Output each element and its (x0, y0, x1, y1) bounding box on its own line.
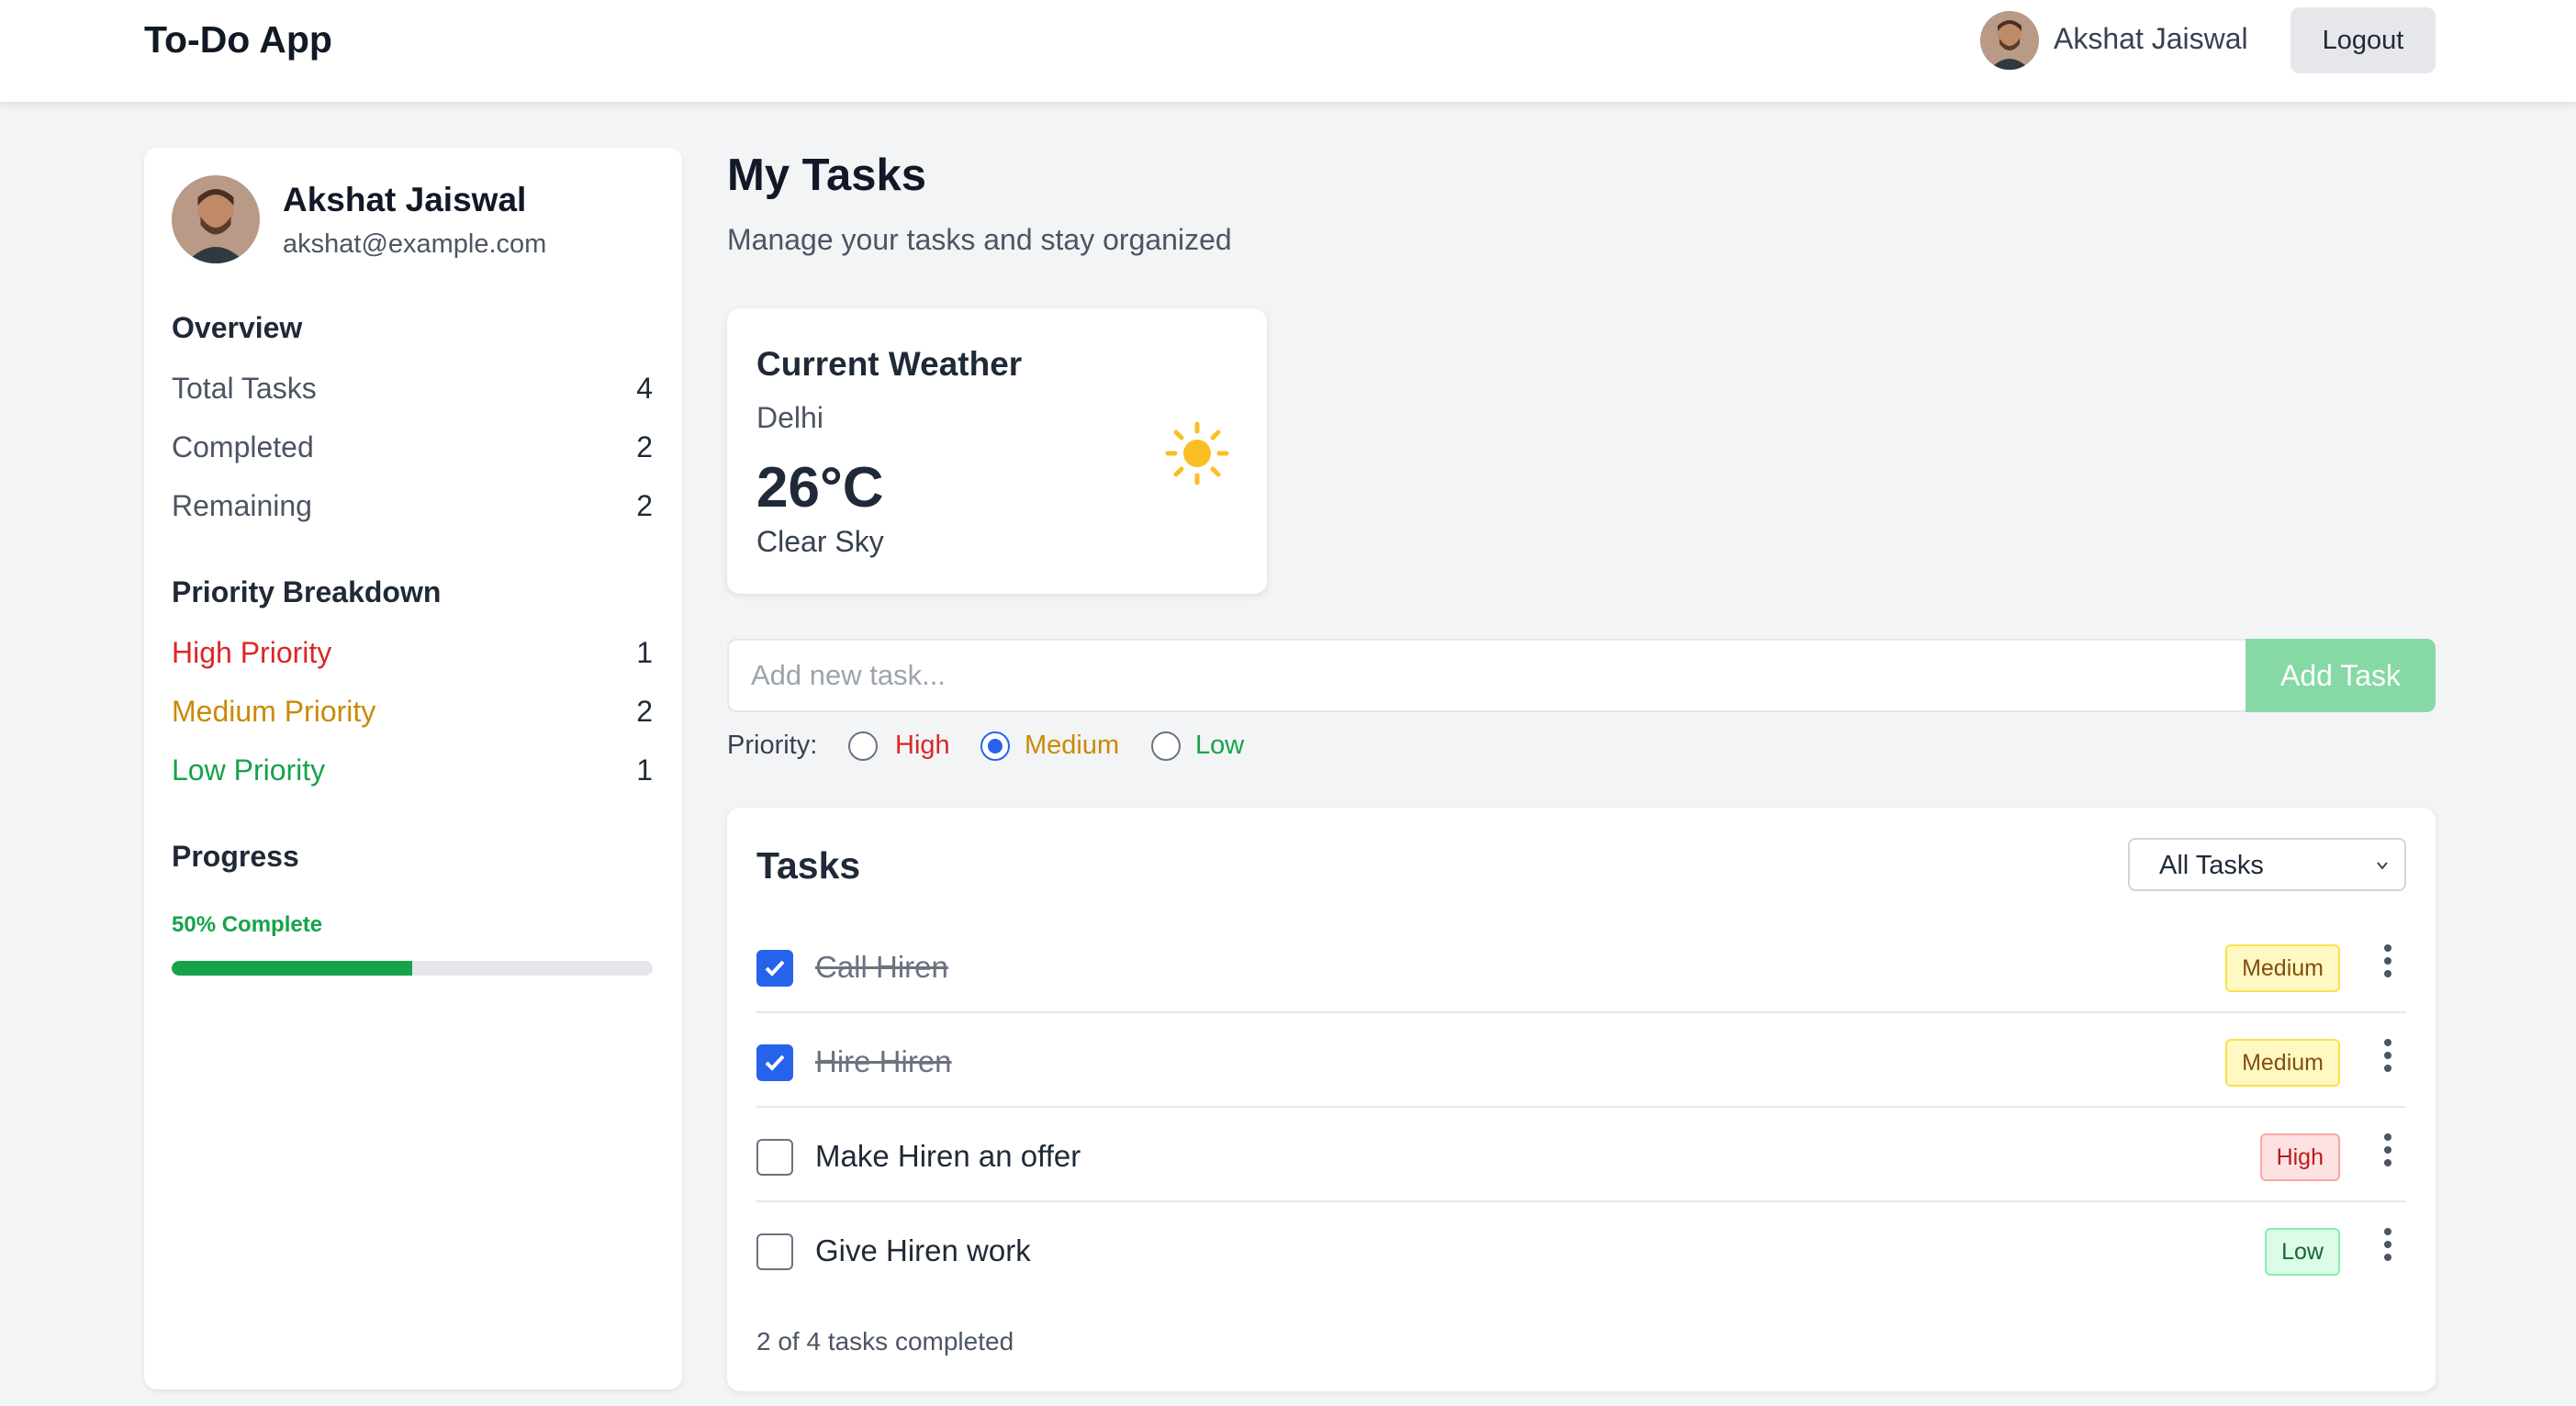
app-title: To-Do App (144, 18, 332, 61)
progress-fill (172, 961, 412, 976)
stat-label: Total Tasks (172, 372, 317, 405)
stat-value: 2 (636, 430, 653, 463)
progress-text: 50% Complete (172, 912, 323, 937)
stat-value: 2 (636, 695, 653, 728)
tasks-title: Tasks (756, 844, 861, 887)
stat-value: 1 (636, 636, 653, 669)
stat-value: 1 (636, 753, 653, 787)
add-task-button[interactable]: Add Task (2246, 639, 2436, 712)
stat-label: Low Priority (172, 753, 326, 787)
profile-avatar (172, 175, 260, 263)
task-checkbox[interactable] (756, 1233, 793, 1270)
stat-completed: Completed 2 (172, 430, 653, 467)
priority-badge: High (2259, 1133, 2340, 1181)
priority-radio-low[interactable] (1151, 731, 1181, 761)
page-subtitle: Manage your tasks and stay organized (727, 223, 1232, 256)
weather-title: Current Weather (756, 345, 1023, 383)
nav-user-name: Akshat Jaiswal (2054, 22, 2248, 55)
task-checkbox[interactable] (756, 950, 793, 987)
new-task-input[interactable] (727, 639, 2246, 712)
checkmark-icon (765, 1054, 785, 1071)
stat-remaining: Remaining 2 (172, 489, 653, 526)
overview-title: Overview (172, 311, 303, 344)
sidebar: Akshat Jaiswal akshat@example.com Overvi… (144, 148, 682, 1389)
tasks-card: Tasks All Tasks Call Hiren Medium Hire H… (727, 808, 2436, 1391)
stat-low-priority: Low Priority 1 (172, 753, 653, 790)
checkmark-icon (765, 960, 785, 976)
stat-total-tasks: Total Tasks 4 (172, 372, 653, 408)
task-filter-select[interactable]: All Tasks (2128, 838, 2406, 891)
priority-radio-high-label[interactable]: High (895, 731, 950, 761)
weather-condition: Clear Sky (756, 525, 884, 558)
more-options-icon[interactable] (2379, 1037, 2397, 1074)
priority-breakdown-title: Priority Breakdown (172, 575, 442, 608)
priority-badge: Medium (2225, 1039, 2340, 1087)
chevron-down-icon (2377, 862, 2388, 870)
task-row: Call Hiren Medium (756, 919, 2406, 1013)
task-row: Hire Hiren Medium (756, 1013, 2406, 1108)
more-options-icon[interactable] (2379, 943, 2397, 979)
stat-label: Completed (172, 430, 314, 463)
priority-radio-medium[interactable] (980, 731, 1010, 761)
priority-badge: Low (2265, 1228, 2340, 1276)
stat-value: 2 (636, 489, 653, 522)
progress-title: Progress (172, 840, 299, 873)
stat-label: Remaining (172, 489, 312, 522)
stat-value: 4 (636, 372, 653, 405)
more-options-icon[interactable] (2379, 1132, 2397, 1168)
priority-radio-low-label[interactable]: Low (1195, 731, 1244, 761)
task-text[interactable]: Give Hiren work (815, 1233, 1031, 1268)
task-checkbox[interactable] (756, 1139, 793, 1176)
priority-radio-medium-label[interactable]: Medium (1025, 731, 1119, 761)
stat-medium-priority: Medium Priority 2 (172, 695, 653, 731)
progress-bar (172, 961, 653, 976)
priority-label: Priority: (727, 731, 818, 760)
task-text[interactable]: Make Hiren an offer (815, 1139, 1081, 1174)
logout-button[interactable]: Logout (2290, 7, 2436, 73)
priority-radio-high[interactable] (848, 731, 878, 761)
profile-email: akshat@example.com (283, 229, 547, 259)
weather-city: Delhi (756, 401, 823, 434)
filter-value: All Tasks (2159, 851, 2264, 880)
task-row: Give Hiren work Low (756, 1202, 2406, 1297)
page-title: My Tasks (727, 151, 926, 200)
priority-badge: Medium (2225, 944, 2340, 992)
task-row: Make Hiren an offer High (756, 1108, 2406, 1202)
stat-label: Medium Priority (172, 695, 376, 728)
avatar[interactable] (1980, 11, 2039, 70)
top-navbar: To-Do App Akshat Jaiswal Logout (0, 0, 2576, 102)
more-options-icon[interactable] (2379, 1226, 2397, 1263)
profile-name: Akshat Jaiswal (283, 181, 527, 218)
sun-icon (1165, 421, 1229, 485)
stat-high-priority: High Priority 1 (172, 636, 653, 673)
tasks-footer: 2 of 4 tasks completed (756, 1327, 1014, 1356)
task-text[interactable]: Hire Hiren (815, 1044, 952, 1079)
task-checkbox[interactable] (756, 1044, 793, 1081)
weather-card: Current Weather Delhi 26°C Clear Sky (727, 308, 1267, 594)
stat-label: High Priority (172, 636, 332, 669)
task-text[interactable]: Call Hiren (815, 950, 948, 985)
weather-temperature: 26°C (756, 456, 884, 519)
